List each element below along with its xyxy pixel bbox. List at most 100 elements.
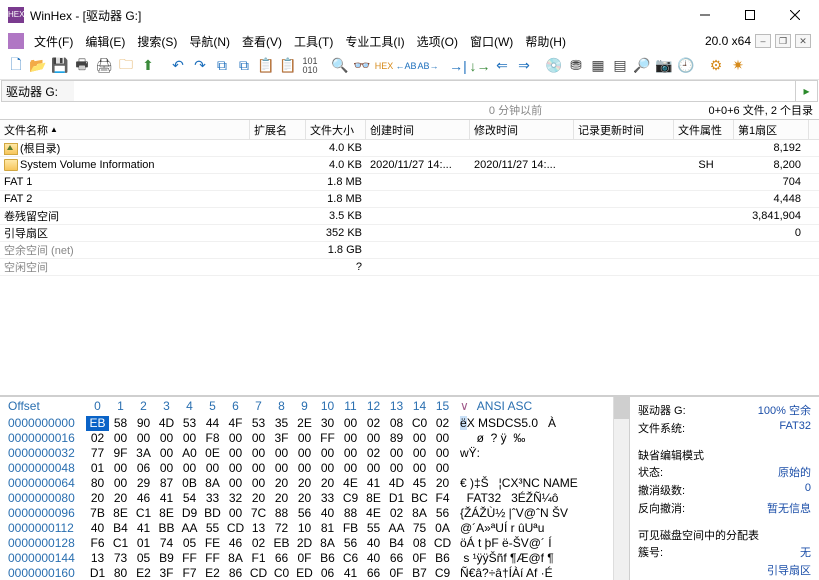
- copy-icon[interactable]: ⧉: [212, 56, 232, 76]
- path-input[interactable]: [74, 81, 795, 101]
- mdi-min-button[interactable]: –: [755, 34, 771, 48]
- print-icon[interactable]: 🖨: [94, 56, 114, 76]
- forward-icon[interactable]: ↷: [190, 56, 210, 76]
- hdr-mtime[interactable]: 修改时间: [470, 120, 574, 139]
- gear2-icon[interactable]: ✷: [728, 56, 748, 76]
- disk2-icon[interactable]: ⛃: [566, 56, 586, 76]
- ab-right-icon[interactable]: AB→: [418, 56, 438, 76]
- hex-offset-label: Offset: [0, 399, 86, 414]
- path-label: 驱动器 G:: [2, 81, 74, 101]
- menu-file[interactable]: 文件(F): [28, 31, 79, 52]
- cell-size: 4.0 KB: [306, 142, 366, 154]
- cell-mtime: 2020/11/27 14:...: [470, 159, 574, 171]
- menu-protools[interactable]: 专业工具(I): [339, 31, 410, 52]
- file-list-header[interactable]: 文件名称 扩展名 文件大小 创建时间 修改时间 记录更新时间 文件属性 第1扇区: [0, 120, 819, 140]
- binary-icon[interactable]: 101010: [300, 56, 320, 76]
- menu-window[interactable]: 窗口(W): [464, 31, 519, 52]
- cell-ctime: 2020/11/27 14:...: [366, 159, 470, 171]
- hex-icon[interactable]: HEX: [374, 56, 394, 76]
- hdr-attr[interactable]: 文件属性: [674, 120, 734, 139]
- properties-icon[interactable]: 🗀: [116, 56, 136, 76]
- menu-tools[interactable]: 工具(T): [288, 31, 339, 52]
- menu-edit[interactable]: 编辑(E): [79, 31, 131, 52]
- v-scrollbar[interactable]: ▾: [613, 397, 629, 580]
- title-bar: HEX WinHex - [驱动器 G:]: [0, 0, 819, 30]
- open-folder-icon[interactable]: 📂: [28, 56, 48, 76]
- up-icon[interactable]: ⬆: [138, 56, 158, 76]
- chip-icon[interactable]: ▦: [588, 56, 608, 76]
- file-name: System Volume Information: [20, 159, 155, 171]
- goto-icon[interactable]: →|: [448, 56, 468, 76]
- hex-row[interactable]: 0000000160D180E23FF7E286CDC0ED0641660FB7…: [0, 566, 629, 580]
- cell-size: 1.8 MB: [306, 193, 366, 205]
- mdi-close-button[interactable]: ✕: [795, 34, 811, 48]
- save-all-icon[interactable]: 🖶: [72, 56, 92, 76]
- hex-asc-label: ANSI ASC: [477, 399, 532, 414]
- save-icon[interactable]: 💾: [50, 56, 70, 76]
- clock-icon[interactable]: 🕘: [676, 56, 696, 76]
- disk-icon[interactable]: 💿: [544, 56, 564, 76]
- mdi-restore-button[interactable]: ❐: [775, 34, 791, 48]
- copy2-icon[interactable]: ⧉: [234, 56, 254, 76]
- table-row[interactable]: 引导扇区352 KB0: [0, 225, 819, 242]
- table-row[interactable]: System Volume Information4.0 KB2020/11/2…: [0, 157, 819, 174]
- hex-row[interactable]: 0000000128F6C1017405FE4602EB2D8A5640B408…: [0, 536, 629, 551]
- info-mode-k: 缺省编辑模式: [638, 447, 811, 463]
- table-row[interactable]: 空闲空间?: [0, 259, 819, 276]
- stat-strip: 0 分钟以前 0+0+6 文件, 2 个目录: [0, 102, 819, 120]
- hex-row[interactable]: 0000000000EB58904D53444F53352E30000208C0…: [0, 416, 629, 431]
- new-icon[interactable]: 🗋: [6, 56, 26, 76]
- table-row[interactable]: (根目录)4.0 KB8,192: [0, 140, 819, 157]
- info-state-k: 状态:: [638, 464, 663, 480]
- goto-down-icon[interactable]: ↓→: [470, 56, 490, 76]
- menu-view[interactable]: 查看(V): [236, 31, 288, 52]
- hdr-name[interactable]: 文件名称: [0, 120, 250, 139]
- search-icon[interactable]: 🔎: [632, 56, 652, 76]
- hex-row[interactable]: 0000000032779F3A00A00E000000000000020000…: [0, 446, 629, 461]
- hex-area: Offset 0123456789101112131415 ∨ANSI ASC …: [0, 396, 819, 580]
- hex-row[interactable]: 00000000802020464154333220202033C98ED1BC…: [0, 491, 629, 506]
- gear-icon[interactable]: ⚙: [706, 56, 726, 76]
- table-row[interactable]: FAT 11.8 MB704: [0, 174, 819, 191]
- camera-icon[interactable]: 📷: [654, 56, 674, 76]
- info-state-v: 原始的: [778, 464, 811, 480]
- hdr-ctime[interactable]: 创建时间: [366, 120, 470, 139]
- paste2-icon[interactable]: 📋: [278, 56, 298, 76]
- hex-row[interactable]: 0000000048010006000000000000000000000000…: [0, 461, 629, 476]
- hex-view[interactable]: Offset 0123456789101112131415 ∨ANSI ASC …: [0, 397, 629, 580]
- prev-icon[interactable]: ⇐: [492, 56, 512, 76]
- binoculars2-icon[interactable]: 👓: [352, 56, 372, 76]
- hdr-ext[interactable]: 扩展名: [250, 120, 306, 139]
- back-icon[interactable]: ↶: [168, 56, 188, 76]
- table-row[interactable]: FAT 21.8 MB4,448: [0, 191, 819, 208]
- path-bar: 驱动器 G: ▸: [1, 80, 818, 102]
- path-go-icon[interactable]: ▸: [795, 81, 817, 101]
- hex-row[interactable]: 00000000967B8EC18ED9BD007C885640884E028A…: [0, 506, 629, 521]
- maximize-button[interactable]: [727, 1, 772, 29]
- hex-row[interactable]: 0000000064800029870B8A00002020204E414D45…: [0, 476, 629, 491]
- hex-row[interactable]: 0000000144137305B9FFFF8AF1660FB6C640660F…: [0, 551, 629, 566]
- binoculars-icon[interactable]: 🔍: [330, 56, 350, 76]
- file-name: 卷残留空间: [4, 211, 59, 223]
- hdr-rtime[interactable]: 记录更新时间: [574, 120, 674, 139]
- menu-options[interactable]: 选项(O): [411, 31, 464, 52]
- calendar-icon[interactable]: ▤: [610, 56, 630, 76]
- paste-icon[interactable]: 📋: [256, 56, 276, 76]
- menu-search[interactable]: 搜索(S): [131, 31, 183, 52]
- hex-row[interactable]: 000000011240B441BBAA55CD13721081FB55AA75…: [0, 521, 629, 536]
- next-icon[interactable]: ⇒: [514, 56, 534, 76]
- file-name: FAT 1: [4, 176, 32, 188]
- cell-sector: 4,448: [734, 193, 809, 205]
- table-row[interactable]: 空余空间 (net)1.8 GB: [0, 242, 819, 259]
- hdr-sector[interactable]: 第1扇区: [734, 120, 809, 139]
- cell-sector: 3,841,904: [734, 210, 809, 222]
- ab-left-icon[interactable]: ←AB: [396, 56, 416, 76]
- menu-help[interactable]: 帮助(H): [519, 31, 572, 52]
- doc-icon: [8, 33, 24, 49]
- minimize-button[interactable]: [682, 1, 727, 29]
- table-row[interactable]: 卷残留空间3.5 KB3,841,904: [0, 208, 819, 225]
- hdr-size[interactable]: 文件大小: [306, 120, 366, 139]
- hex-row[interactable]: 00000000160200000000F800003F00FF00008900…: [0, 431, 629, 446]
- close-button[interactable]: [772, 1, 817, 29]
- menu-nav[interactable]: 导航(N): [183, 31, 236, 52]
